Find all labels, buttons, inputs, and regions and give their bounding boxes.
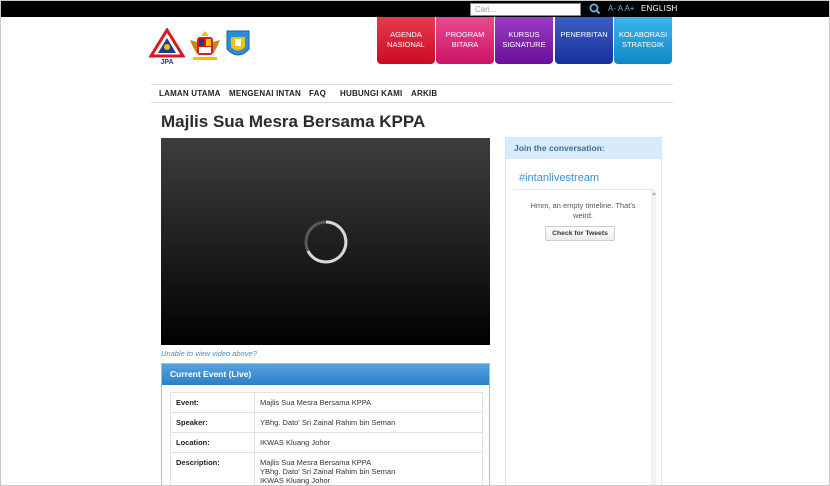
tile-label-line: AGENDA [390, 30, 422, 39]
nav-item-faq[interactable]: FAQ [309, 89, 326, 98]
tile-label-line: KOLABORASI [618, 30, 668, 39]
jpa-logo[interactable]: JPA [149, 28, 185, 66]
tile-kursus-signature[interactable]: KURSUS SIGNATURE [495, 17, 553, 64]
tile-program-bitara[interactable]: PROGRAM BITARA [436, 17, 494, 64]
twitter-widget: Join the conversation: #intanlivestream … [505, 137, 662, 485]
tile-label-line: PENERBITAN [560, 30, 608, 39]
main-nav: LAMAN UTAMA MENGENAI INTAN FAQ HUBUNGI K… [151, 84, 673, 103]
video-help-link[interactable]: Unable to view video above? [161, 349, 257, 358]
tile-label-line: NASIONAL [387, 40, 425, 49]
current-event-panel: Current Event (Live) Event: Majlis Sua M… [161, 363, 490, 485]
table-row: Speaker: YBhg. Dato' Sri Zainal Rahim bi… [170, 412, 483, 433]
tile-penerbitan[interactable]: PENERBITAN [555, 17, 613, 64]
tile-label-line: KURSUS [508, 30, 540, 39]
tile-label-line: PROGRAM [445, 30, 485, 39]
location-label: Location: [170, 432, 255, 453]
tile-label-line: BITARA [451, 40, 479, 49]
location-value: IKWAS Kluang Johor [254, 432, 483, 453]
tile-kolaborasi-strategik[interactable]: KOLABORASI STRATEGIK [614, 17, 672, 64]
description-line: YBhg. Dato' Sri Zainal Rahim bin Seman [260, 467, 396, 476]
language-link[interactable]: ENGLISH [641, 4, 678, 13]
nav-item-mengenai-intan[interactable]: MENGENAI INTAN [229, 89, 301, 98]
table-row: Location: IKWAS Kluang Johor [170, 432, 483, 453]
empty-timeline-message: Hmm, an empty timeline. That's weird. [530, 201, 636, 220]
page-frame: Cari... A- A A+ ENGLISH JPA AGENDA NASIO… [0, 0, 830, 486]
event-label: Event: [170, 392, 255, 413]
hashtag-link[interactable]: #intanlivestream [519, 172, 599, 184]
speaker-label: Speaker: [170, 412, 255, 433]
tile-agenda-nasional[interactable]: AGENDA NASIONAL [377, 17, 435, 64]
tweet-timeline[interactable]: Hmm, an empty timeline. That's weird. Ch… [514, 190, 656, 485]
join-conversation-heading: Join the conversation: [506, 138, 661, 159]
tile-label-line: SIGNATURE [502, 40, 546, 49]
intan-logo [226, 30, 250, 56]
video-player[interactable] [161, 138, 490, 345]
description-label: Description: [170, 452, 255, 485]
check-for-tweets-button[interactable]: Check for Tweets [545, 226, 615, 241]
search-input[interactable]: Cari... [470, 3, 581, 16]
current-event-heading: Current Event (Live) [162, 364, 489, 385]
tile-label-line: STRATEGIK [622, 40, 664, 49]
jpa-logo-text: JPA [160, 59, 173, 66]
speaker-value: YBhg. Dato' Sri Zainal Rahim bin Seman [254, 412, 483, 433]
description-value: Majlis Sua Mesra Bersama KPPA YBhg. Dato… [254, 452, 483, 485]
page-title: Majlis Sua Mesra Bersama KPPA [161, 112, 426, 131]
description-line: Majlis Sua Mesra Bersama KPPA [260, 458, 372, 467]
event-value: Majlis Sua Mesra Bersama KPPA [254, 392, 483, 413]
description-line: IKWAS Kluang Johor [260, 476, 331, 485]
nav-item-hubungi-kami[interactable]: HUBUNGI KAMI [340, 89, 402, 98]
nav-item-laman-utama[interactable]: LAMAN UTAMA [159, 89, 221, 98]
loading-spinner-icon [304, 220, 348, 264]
malaysia-crest-logo [190, 31, 220, 60]
font-size-controls[interactable]: A- A A+ [608, 4, 634, 13]
nav-item-arkib[interactable]: ARKIB [411, 89, 437, 98]
table-row: Description: Majlis Sua Mesra Bersama KP… [170, 452, 483, 485]
event-details-table: Event: Majlis Sua Mesra Bersama KPPA Spe… [170, 392, 483, 485]
top-bar: Cari... A- A A+ ENGLISH [1, 1, 829, 17]
table-row: Event: Majlis Sua Mesra Bersama KPPA [170, 392, 483, 413]
search-icon[interactable] [587, 2, 603, 16]
scroll-up-arrow-icon[interactable] [652, 192, 656, 195]
